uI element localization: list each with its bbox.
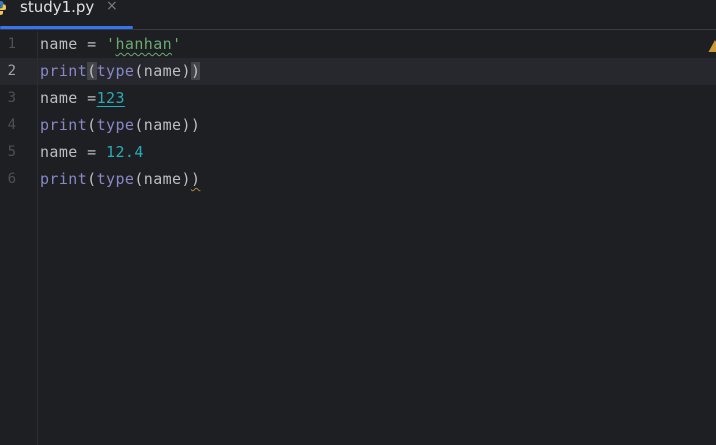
- code-text[interactable]: name =123: [40, 85, 125, 112]
- code-token: name: [143, 62, 182, 80]
- code-token: ': [172, 35, 182, 53]
- code-token: (: [87, 62, 97, 80]
- code-token: =: [77, 143, 107, 161]
- code-line[interactable]: 3 name =123: [0, 85, 716, 112]
- code-token: name: [143, 170, 182, 188]
- code-token: (: [134, 116, 144, 134]
- code-line[interactable]: 1 name = 'hanhan': [0, 31, 716, 58]
- code-token: name: [143, 116, 182, 134]
- tab-study1-py[interactable]: study1.py ×: [0, 0, 133, 30]
- code-token: type: [96, 116, 135, 134]
- code-token: ): [190, 62, 201, 80]
- code-token: =: [77, 35, 107, 53]
- code-token: (: [134, 62, 144, 80]
- code-line[interactable]: 5 name = 12.4: [0, 139, 716, 166]
- code-token: print: [40, 62, 88, 80]
- code-line[interactable]: 2 print(type(name)): [0, 58, 716, 85]
- code-token: ): [181, 62, 191, 80]
- code-line[interactable]: 4 print(type(name)): [0, 112, 716, 139]
- code-token: name: [40, 143, 78, 161]
- code-token: (: [87, 170, 97, 188]
- line-number: 4: [7, 117, 16, 133]
- close-icon[interactable]: ×: [106, 0, 118, 16]
- code-token: type: [96, 170, 135, 188]
- active-tab-indicator: [0, 26, 133, 29]
- code-editor[interactable]: study1.py × 1 name = 'hanhan' 2 print(type(…: [0, 0, 716, 445]
- line-number: 2: [7, 63, 16, 79]
- code-token: 12.4: [106, 143, 144, 161]
- code-token: )): [181, 116, 201, 134]
- line-number: 5: [7, 144, 16, 160]
- code-token: name: [40, 89, 78, 107]
- code-token: type: [96, 62, 135, 80]
- code-text[interactable]: name = 12.4: [40, 139, 144, 166]
- line-number: 6: [7, 171, 16, 187]
- code-text[interactable]: print(type(name)): [40, 112, 200, 139]
- code-token: ): [181, 170, 191, 188]
- code-token: hanhan: [115, 35, 173, 53]
- code-text[interactable]: print(type(name)): [40, 166, 200, 193]
- code-text[interactable]: print(type(name)): [40, 58, 201, 85]
- line-number: 1: [7, 36, 16, 52]
- code-token: ): [190, 170, 201, 188]
- line-number: 3: [7, 90, 16, 106]
- code-token: =: [77, 89, 97, 107]
- code-token: print: [40, 170, 88, 188]
- tab-filename: study1.py: [20, 0, 95, 16]
- code-token: (: [87, 116, 97, 134]
- code-line[interactable]: 6 print(type(name)): [0, 166, 716, 193]
- code-token: print: [40, 116, 88, 134]
- code-token: 123: [96, 89, 125, 107]
- code-text[interactable]: name = 'hanhan': [40, 31, 182, 58]
- warning-icon[interactable]: [708, 38, 716, 52]
- python-file-icon: [0, 0, 6, 15]
- code-token: name: [40, 35, 78, 53]
- code-token: (: [134, 170, 144, 188]
- editor-tab-bar: study1.py ×: [0, 0, 716, 30]
